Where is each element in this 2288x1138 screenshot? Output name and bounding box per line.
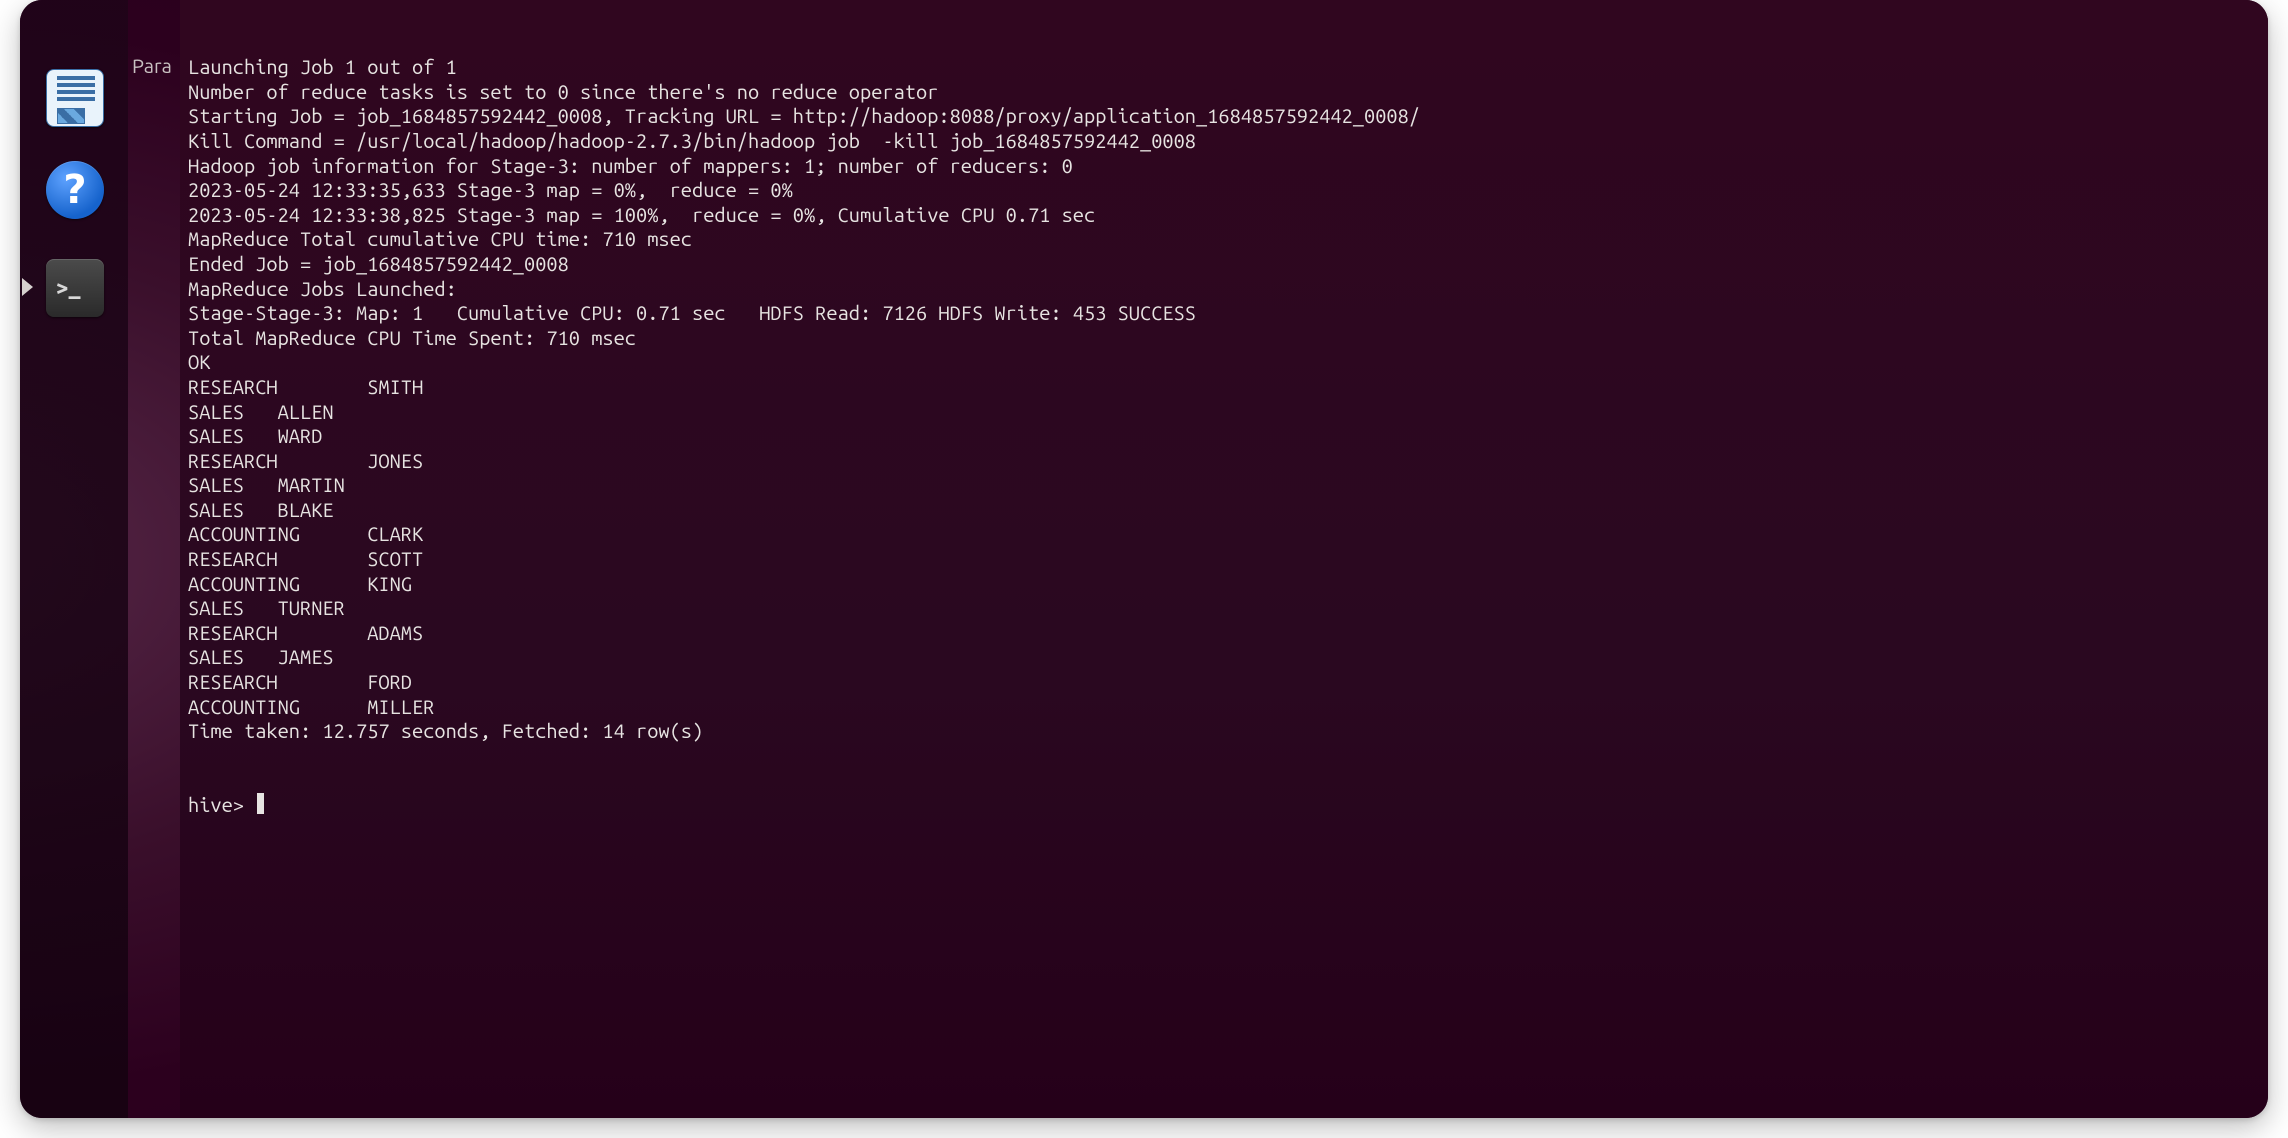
launcher-item-writer[interactable] bbox=[45, 68, 105, 128]
result-row: SALES JAMES bbox=[188, 645, 2256, 670]
terminal-line: Total MapReduce CPU Time Spent: 710 msec bbox=[188, 326, 2256, 351]
terminal-line: OK bbox=[188, 350, 2256, 375]
result-row: RESEARCH SMITH bbox=[188, 375, 2256, 400]
terminal-line: 2023-05-24 12:33:38,825 Stage-3 map = 10… bbox=[188, 203, 2256, 228]
terminal-prompt[interactable]: hive> bbox=[188, 793, 2256, 818]
terminal-window[interactable]: Launching Job 1 out of 1Number of reduce… bbox=[180, 0, 2268, 1118]
terminal-footer: Time taken: 12.757 seconds, Fetched: 14 … bbox=[188, 719, 2256, 744]
document-icon bbox=[46, 69, 104, 127]
launcher: ? >_ bbox=[20, 0, 128, 1118]
result-row: ACCOUNTING MILLER bbox=[188, 695, 2256, 720]
result-row: ACCOUNTING KING bbox=[188, 572, 2256, 597]
prompt-text: hive> bbox=[188, 793, 255, 816]
cursor-icon bbox=[257, 793, 264, 814]
terminal-line: 2023-05-24 12:33:35,633 Stage-3 map = 0%… bbox=[188, 178, 2256, 203]
terminal-line: Hadoop job information for Stage-3: numb… bbox=[188, 154, 2256, 179]
result-row: SALES TURNER bbox=[188, 596, 2256, 621]
screenshot-card: Para ? >_ Launching Job 1 out of 1Number… bbox=[20, 0, 2268, 1118]
terminal-line: Number of reduce tasks is set to 0 since… bbox=[188, 80, 2256, 105]
terminal-line: Starting Job = job_1684857592442_0008, T… bbox=[188, 104, 2256, 129]
result-row: ACCOUNTING CLARK bbox=[188, 522, 2256, 547]
launcher-active-indicator-icon bbox=[22, 278, 33, 296]
background-window-label: Para bbox=[132, 56, 172, 76]
result-row: RESEARCH FORD bbox=[188, 670, 2256, 695]
result-row: SALES ALLEN bbox=[188, 400, 2256, 425]
result-row: SALES WARD bbox=[188, 424, 2256, 449]
terminal-output: Launching Job 1 out of 1Number of reduce… bbox=[188, 55, 2256, 744]
launcher-item-terminal[interactable]: >_ bbox=[45, 258, 105, 318]
terminal-line: Launching Job 1 out of 1 bbox=[188, 55, 2256, 80]
terminal-line: MapReduce Jobs Launched: bbox=[188, 277, 2256, 302]
help-icon: ? bbox=[46, 161, 104, 219]
result-row: RESEARCH ADAMS bbox=[188, 621, 2256, 646]
terminal-line: Ended Job = job_1684857592442_0008 bbox=[188, 252, 2256, 277]
result-row: RESEARCH JONES bbox=[188, 449, 2256, 474]
launcher-item-help[interactable]: ? bbox=[45, 160, 105, 220]
result-row: RESEARCH SCOTT bbox=[188, 547, 2256, 572]
terminal-line: Stage-Stage-3: Map: 1 Cumulative CPU: 0.… bbox=[188, 301, 2256, 326]
result-row: SALES MARTIN bbox=[188, 473, 2256, 498]
terminal-line: Kill Command = /usr/local/hadoop/hadoop-… bbox=[188, 129, 2256, 154]
terminal-icon: >_ bbox=[46, 259, 104, 317]
result-row: SALES BLAKE bbox=[188, 498, 2256, 523]
desktop-background: Para ? >_ Launching Job 1 out of 1Number… bbox=[20, 0, 2268, 1118]
terminal-line: MapReduce Total cumulative CPU time: 710… bbox=[188, 227, 2256, 252]
